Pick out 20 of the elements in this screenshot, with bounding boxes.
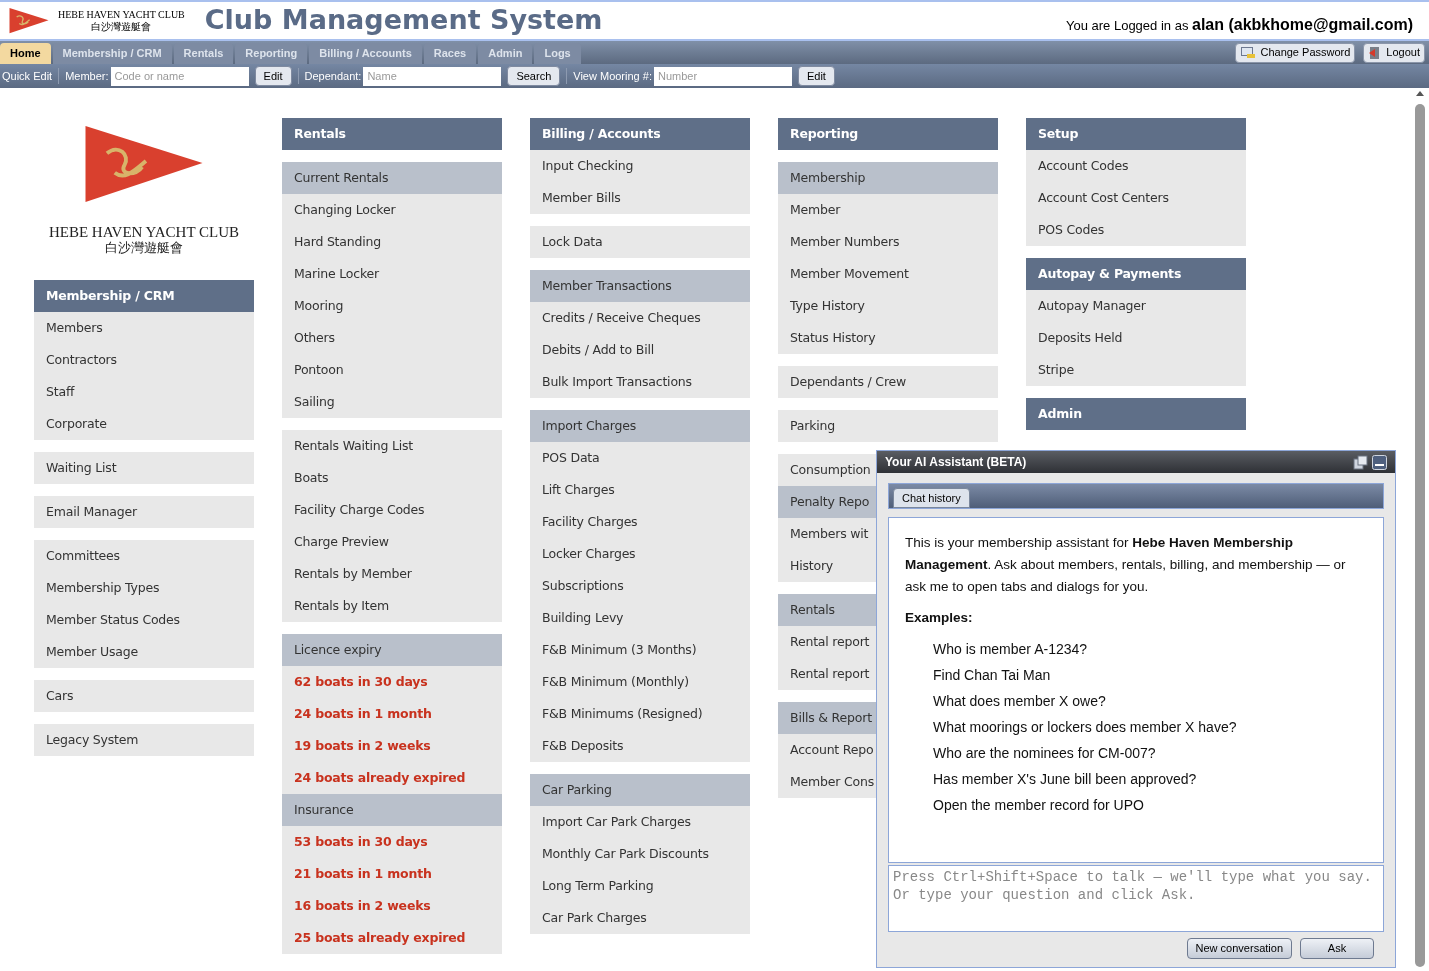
section-header: Membership / CRM <box>34 280 254 312</box>
club-name: HEBE HAVEN YACHT CLUB <box>58 8 185 21</box>
login-status: You are Logged in as alan (akbkhome@gmail.com) <box>1066 14 1413 35</box>
section-header: Billing / Accounts <box>530 118 750 150</box>
field-label: View Mooring #: <box>573 68 652 84</box>
dialog-title: Your AI Assistant (BETA) <box>885 454 1027 471</box>
club-name-chinese: 白沙灣遊艇會 <box>105 240 183 256</box>
field-label: Dependant: <box>304 68 362 84</box>
section-header: Admin <box>1026 398 1246 430</box>
intro-text: This is your membership assistant for Hebe Haven Membership Management. Ask about members, rentals, billing, and membership — or ask me to open tabs and dialogs for you. <box>905 534 1347 596</box>
field-label: Member: <box>65 68 109 84</box>
section-header: Rentals <box>282 118 502 150</box>
section-header: Setup <box>1026 118 1246 150</box>
quick-edit-label: Quick Edit <box>2 68 53 84</box>
examples-heading: Examples: <box>905 609 974 627</box>
club-name-chinese: 白沙灣遊艇會 <box>91 20 152 33</box>
section-header: Reporting <box>778 118 998 150</box>
club-name: HEBE HAVEN YACHT CLUB <box>48 224 240 240</box>
app-title: Club Management System <box>204 3 603 38</box>
section-header: Autopay & Payments <box>1026 258 1246 290</box>
